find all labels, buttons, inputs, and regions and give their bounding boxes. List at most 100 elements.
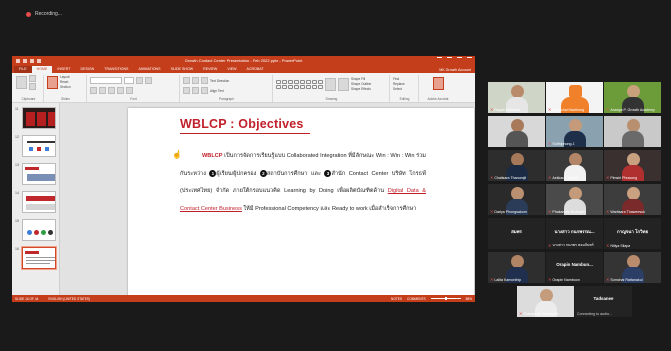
participant-tile[interactable]: ✕ Dariya Phongsakorn xyxy=(488,184,545,215)
participant-tile[interactable]: ✕ Lalita Kamonthip xyxy=(488,252,545,283)
tab-view[interactable]: VIEW xyxy=(222,66,241,73)
tab-file[interactable]: FILE xyxy=(14,66,32,73)
bullets-icon[interactable] xyxy=(183,77,190,84)
maximize-icon[interactable] xyxy=(457,57,462,62)
group-label: Font xyxy=(130,97,137,101)
muted-mic-icon: ✕ xyxy=(490,209,494,214)
slide-thumbnails: 11 12 13 14 15 16 xyxy=(12,103,60,295)
participant-tile[interactable]: ✕ Somchai Rattanakul xyxy=(604,252,661,283)
replace-button[interactable]: Replace xyxy=(393,82,416,86)
font-family-select[interactable] xyxy=(90,77,122,84)
minimize-icon[interactable] xyxy=(447,57,452,62)
recording-indicator[interactable]: Recording... xyxy=(26,11,62,17)
shape-fill-button[interactable]: Shape Fill xyxy=(351,77,371,81)
font-size-select[interactable] xyxy=(124,77,134,84)
italic-icon[interactable] xyxy=(99,87,106,94)
ppt-status-bar: SLIDE 16 OF 44 ENGLISH (UNITED STATES) N… xyxy=(12,295,475,302)
find-button[interactable]: Find xyxy=(393,77,416,81)
arrange-icon[interactable] xyxy=(325,77,336,91)
shape-outline-button[interactable]: Shape Outline xyxy=(351,82,371,86)
muted-mic-icon: ✕ xyxy=(490,107,494,112)
group-font: Font xyxy=(88,75,180,102)
tab-home[interactable]: HOME xyxy=(31,66,53,73)
current-slide[interactable]: WBLCP : Objectives ☝ WBLCP เป็นการจัดการ… xyxy=(128,108,474,295)
quick-styles-icon[interactable] xyxy=(338,77,349,91)
participant-tile[interactable]: ✕ Ruyan Sittisukrit xyxy=(488,82,545,113)
participant-tile[interactable]: ✕ Phakamas Muangsri xyxy=(546,184,603,215)
shape-effects-button[interactable]: Shape Effects xyxy=(351,87,371,91)
select-button[interactable]: Select xyxy=(393,87,416,91)
comments-button[interactable]: COMMENTS xyxy=(407,297,426,301)
slide-body-text[interactable]: WBLCP เป็นการจัดการเรียนรู้แบบ Collabora… xyxy=(180,148,426,218)
tab-design[interactable]: DESIGN xyxy=(76,66,100,73)
document-title: Growth Contact Center Presentation - Feb… xyxy=(184,58,303,63)
participant-tile[interactable]: ✕ Pimsiri Phuwong xyxy=(604,150,661,181)
paste-icon[interactable] xyxy=(16,76,27,89)
participant-tile[interactable]: ✕ Chanchai Hanthong xyxy=(546,82,603,113)
align-right-icon[interactable] xyxy=(201,87,208,94)
participant-tile[interactable]: กาญจนา โกวิทย ✕ Nitiya Silapa xyxy=(604,218,661,249)
tab-transitions[interactable]: TRANSITIONS xyxy=(99,66,133,73)
indent-icon[interactable] xyxy=(201,77,208,84)
participant-tile[interactable] xyxy=(488,116,545,147)
copy-icon[interactable] xyxy=(29,83,36,90)
slide-thumbnail-current[interactable]: 16 xyxy=(15,247,56,269)
cut-icon[interactable] xyxy=(29,75,36,82)
muted-mic-icon: ✕ xyxy=(490,277,494,282)
font-color-icon[interactable] xyxy=(126,87,133,94)
slide-editor[interactable]: WBLCP : Objectives ☝ WBLCP เป็นการจัดการ… xyxy=(60,103,475,295)
participant-tile[interactable]: Orapin Nambun... ✕ Orapin Namboon xyxy=(546,252,603,283)
participant-tile[interactable]: ✕ Thanaphat Yodmanee xyxy=(517,286,574,317)
bold-icon[interactable] xyxy=(90,87,97,94)
tab-acrobat[interactable]: ACROBAT xyxy=(242,66,269,73)
section-button[interactable]: Section xyxy=(60,85,71,89)
zoom-level[interactable]: 88% xyxy=(466,297,472,301)
notes-button[interactable]: NOTES xyxy=(391,297,402,301)
help-icon[interactable] xyxy=(437,57,442,62)
close-icon[interactable] xyxy=(467,57,472,62)
slide-thumbnail[interactable]: 11 xyxy=(15,107,56,129)
tab-review[interactable]: REVIEW xyxy=(198,66,222,73)
text-direction-button[interactable]: Text Direction xyxy=(210,79,229,83)
align-text-button[interactable]: Align Text xyxy=(210,89,224,93)
slide-title[interactable]: WBLCP : Objectives xyxy=(180,117,304,131)
group-label: Adobe Acrobat xyxy=(427,97,449,101)
grow-font-icon[interactable] xyxy=(136,77,143,84)
shrink-font-icon[interactable] xyxy=(145,77,152,84)
participant-tile[interactable] xyxy=(604,116,661,147)
slide-thumbnail[interactable]: 13 xyxy=(15,163,56,185)
participant-tile[interactable]: ✕ Waritsara Thaweesuk xyxy=(604,184,661,215)
participant-tile[interactable]: สมพร xyxy=(488,218,545,249)
participant-tile[interactable]: ✕ Chalisara Thanomjit xyxy=(488,150,545,181)
numbering-icon[interactable] xyxy=(192,77,199,84)
participant-tile[interactable]: Tadsanee Connecting to audio... xyxy=(575,286,632,317)
participant-tile[interactable]: นางสาว กนกพรรณ... ✕ นางสาว กนกพร หอมจันทร… xyxy=(546,218,603,249)
new-slide-icon[interactable] xyxy=(47,75,58,89)
slide-thumbnail[interactable]: 12 xyxy=(15,135,56,157)
tab-slide-show[interactable]: SLIDE SHOW xyxy=(166,66,199,73)
group-label: Drawing xyxy=(325,97,338,101)
slide-thumbnail[interactable]: 15 xyxy=(15,219,56,241)
zoom-slider[interactable] xyxy=(430,297,461,300)
tab-animations[interactable]: ANIMATIONS xyxy=(133,66,165,73)
underline-icon[interactable] xyxy=(108,87,115,94)
language-indicator[interactable]: ENGLISH (UNITED STATES) xyxy=(48,297,90,301)
muted-mic-icon: ✕ xyxy=(606,175,610,180)
ribbon: Clipboard Layout Reset Section Slides Fo… xyxy=(12,73,475,103)
strikethrough-icon[interactable] xyxy=(117,87,124,94)
tab-insert[interactable]: INSERT xyxy=(52,66,75,73)
align-center-icon[interactable] xyxy=(192,87,199,94)
reset-button[interactable]: Reset xyxy=(60,80,71,84)
participant-tile[interactable]: ✕ Sutthiphong J. xyxy=(546,116,603,147)
layout-button[interactable]: Layout xyxy=(60,75,71,79)
align-left-icon[interactable] xyxy=(183,87,190,94)
group-label: Clipboard xyxy=(21,97,36,101)
group-label: Slides xyxy=(61,97,70,101)
participant-tile[interactable]: ✕ Ananya P. Growth Academy xyxy=(604,82,661,113)
window-controls xyxy=(437,57,472,62)
shapes-gallery[interactable] xyxy=(276,79,323,89)
participant-tile[interactable]: ✕ Aekkarat Jaidee xyxy=(546,150,603,181)
adobe-pdf-icon[interactable] xyxy=(432,77,444,90)
group-editing: Find Replace Select Editing xyxy=(391,75,419,102)
slide-thumbnail[interactable]: 14 xyxy=(15,191,56,213)
